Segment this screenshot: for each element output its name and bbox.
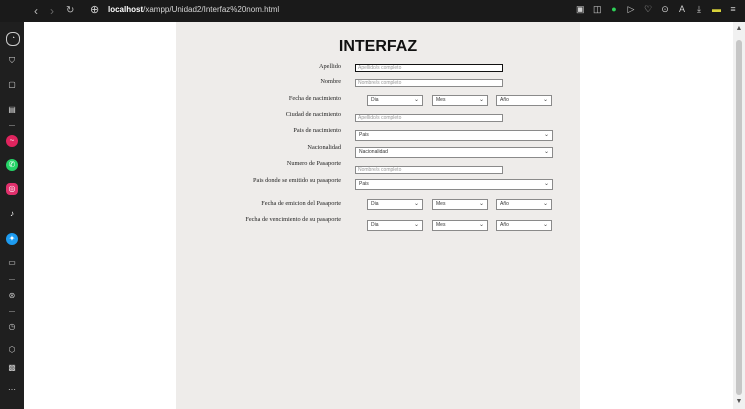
- emision-year-select[interactable]: Año ⌄: [496, 199, 552, 210]
- scroll-down-icon[interactable]: ▼: [735, 398, 743, 406]
- cube-icon[interactable]: ⬡: [6, 344, 18, 356]
- chevron-down-icon: ⌄: [543, 132, 549, 138]
- address-bar[interactable]: ⊕ localhost/xampp/Unidad2/Interfaz%20nom…: [90, 2, 560, 20]
- label-ciudad-nacimiento: Ciudad de nacimiento: [285, 111, 341, 118]
- toolbar-icons: ▣ ◫ ● ▷ ♡ ⊙ A ⤓ ▬ ≡: [576, 4, 737, 14]
- scroll-up-icon[interactable]: ▲: [735, 25, 743, 33]
- birth-day-select[interactable]: Dia ⌄: [367, 95, 423, 106]
- sidebar-divider: [9, 125, 15, 126]
- chevron-down-icon: ⌄: [478, 201, 484, 207]
- emision-day-select[interactable]: Dia ⌄: [367, 199, 423, 210]
- label-numero-pasaporte: Numero de Pasaporte: [286, 160, 341, 167]
- shield-icon[interactable]: ●: [610, 4, 618, 14]
- download-icon[interactable]: ⤓: [695, 4, 703, 14]
- label-nacionalidad: Nacionalidad: [307, 144, 341, 151]
- chevron-down-icon: ⌄: [478, 97, 484, 103]
- pasaporte-input[interactable]: Nombre/s completo: [355, 166, 503, 174]
- messenger-icon[interactable]: ~: [6, 135, 18, 147]
- emision-month-select[interactable]: Mes ⌄: [432, 199, 488, 210]
- instagram-icon[interactable]: ◎: [6, 183, 18, 195]
- chevron-down-icon: ⌄: [542, 201, 548, 207]
- bag-icon[interactable]: ⛉: [6, 55, 18, 67]
- sidebar-divider: [9, 311, 15, 312]
- ciudad-input[interactable]: Apellido/s completo: [355, 114, 503, 122]
- label-fecha-vencimiento: Fecha de vencimiento de su pasaporte: [245, 216, 341, 223]
- wallet-icon[interactable]: ⊙: [661, 4, 669, 14]
- chevron-down-icon: ⌄: [413, 97, 419, 103]
- vencimiento-year-select[interactable]: Año ⌄: [496, 220, 552, 231]
- pais-nacimiento-select[interactable]: Pais ⌄: [355, 130, 553, 141]
- globe-icon: ⊕: [90, 4, 100, 16]
- label-fecha-emision: Fecha de emicion del Pasaporte: [261, 200, 341, 207]
- vencimiento-day-select[interactable]: Dia ⌄: [367, 220, 423, 231]
- vencimiento-month-select[interactable]: Mes ⌄: [432, 220, 488, 231]
- nacionalidad-select[interactable]: Nacionalidad ⌄: [355, 147, 553, 158]
- label-nombre: Nombre: [320, 78, 341, 85]
- tiktok-icon[interactable]: ♪: [6, 208, 18, 220]
- birth-month-select[interactable]: Mes ⌄: [432, 95, 488, 106]
- label-pais-nacimiento: Pais de nacimiento: [293, 127, 341, 134]
- more-icon[interactable]: ⋯: [6, 384, 18, 396]
- chevron-down-icon: ⌄: [542, 97, 548, 103]
- menu-icon[interactable]: ≡: [729, 4, 737, 14]
- reload-icon[interactable]: ↻: [66, 3, 74, 19]
- bluesky-icon[interactable]: ✦: [6, 233, 18, 245]
- scrollbar[interactable]: ▲ ▼: [733, 22, 745, 409]
- label-pais-emision: Pais donde se emitido su pasaporte: [253, 177, 341, 184]
- chevron-down-icon: ⌄: [543, 181, 549, 187]
- settings-icon[interactable]: A: [678, 4, 686, 14]
- nombre-input[interactable]: Nombre/s completo: [355, 79, 503, 87]
- whatsapp-icon[interactable]: ✆: [6, 159, 18, 171]
- browser-toolbar: ‹ › ↻ ⊕ localhost/xampp/Unidad2/Interfaz…: [0, 0, 745, 22]
- chevron-down-icon: ⌄: [542, 222, 548, 228]
- page-title: INTERFAZ: [338, 38, 418, 55]
- address-url[interactable]: localhost/xampp/Unidad2/Interfaz%20nom.h…: [108, 5, 279, 14]
- chevron-down-icon: ⌄: [413, 222, 419, 228]
- chevron-down-icon: ⌄: [413, 201, 419, 207]
- label-fecha-nacimiento: Fecha de nacimiento: [288, 95, 341, 102]
- chevron-down-icon: ⌄: [478, 222, 484, 228]
- label-apellido: Apellido: [318, 63, 341, 70]
- clock-icon[interactable]: ◷: [6, 321, 18, 333]
- robot-icon[interactable]: ▤: [6, 104, 18, 116]
- reader-icon[interactable]: ▣: [576, 4, 585, 14]
- chat-icon[interactable]: ▢: [6, 79, 18, 91]
- form-panel: INTERFAZ Apellido Apellido/s completo No…: [176, 22, 580, 409]
- battery-icon[interactable]: ▬: [712, 4, 721, 14]
- heart-icon[interactable]: ♡: [644, 4, 652, 14]
- birth-year-select[interactable]: Año ⌄: [496, 95, 552, 106]
- sidebar-divider: [9, 279, 15, 280]
- apellido-input[interactable]: Apellido/s completo: [355, 64, 503, 72]
- speed-dial-icon[interactable]: ◔: [6, 32, 20, 46]
- chevron-down-icon: ⌄: [543, 149, 549, 155]
- forward-icon[interactable]: ›: [50, 3, 54, 19]
- player-icon[interactable]: ⊛: [6, 290, 18, 302]
- play-icon[interactable]: ▷: [627, 4, 635, 14]
- tab-icon[interactable]: ◫: [593, 4, 602, 14]
- pais-emision-select[interactable]: Pais ⌄: [355, 179, 553, 190]
- discord-icon[interactable]: ▭: [6, 257, 18, 269]
- gallery-icon[interactable]: ▩: [6, 362, 18, 374]
- back-icon[interactable]: ‹: [34, 3, 38, 19]
- scroll-thumb[interactable]: [736, 40, 742, 395]
- browser-sidebar: ◔ ⛉ ▢ ▤ ~ ✆ ◎ ♪ ✦ ▭ ⊛ ◷ ⬡ ▩ ⋯: [0, 22, 24, 409]
